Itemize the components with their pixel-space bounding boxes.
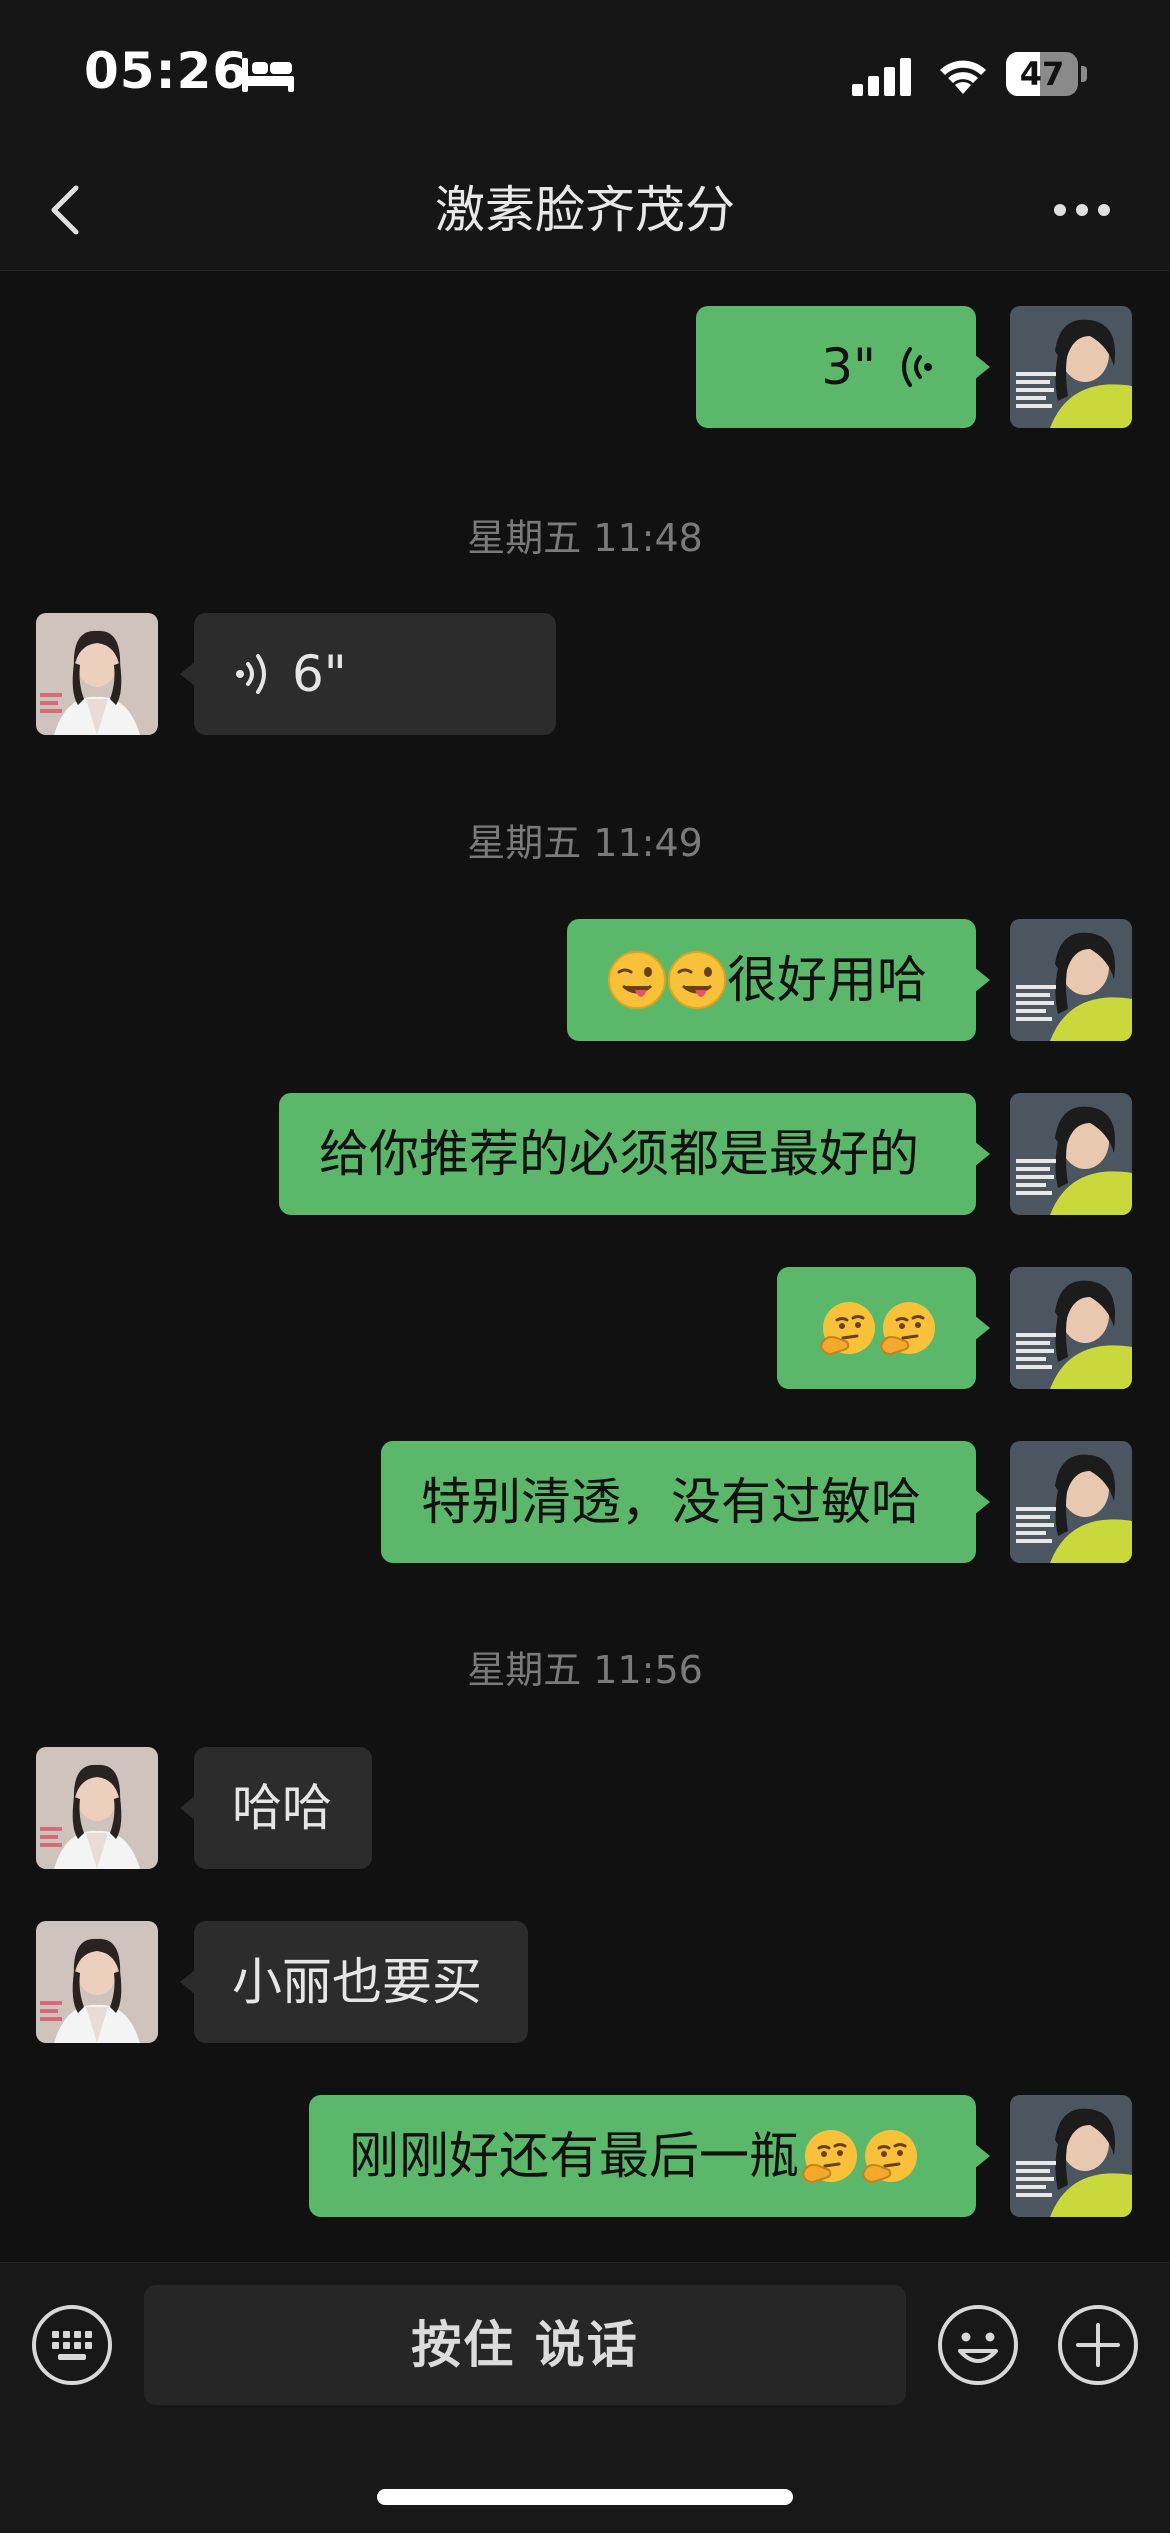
message-text: 特别清透，没有过敏哈 <box>421 1473 921 1531</box>
timestamp: 星期五 11:49 <box>467 821 703 865</box>
home-indicator[interactable] <box>377 2489 793 2505</box>
timestamp: 星期五 11:48 <box>467 516 703 560</box>
thinking-emoji <box>879 1300 937 1355</box>
smile-icon[interactable] <box>936 2303 1020 2387</box>
plus-icon[interactable] <box>1056 2303 1140 2387</box>
more-icon[interactable] <box>1052 192 1112 228</box>
timestamp: 星期五 11:56 <box>467 1648 703 1692</box>
bed-icon <box>242 58 294 92</box>
wink-tongue-emoji <box>607 950 667 1009</box>
chat-header: 激素脸齐茂分 <box>0 150 1170 271</box>
text-message-outgoing[interactable]: 很好用哈 <box>567 919 990 1041</box>
thinking-emoji <box>819 1300 877 1355</box>
avatar-self[interactable] <box>1010 306 1132 428</box>
wink-tongue-emoji <box>667 950 727 1009</box>
voice-message-incoming[interactable]: 6" <box>180 613 556 735</box>
chat-title: 激素脸齐茂分 <box>435 181 735 239</box>
text-message-incoming[interactable]: 哈哈 <box>180 1747 372 1869</box>
message-text: 小丽也要买 <box>232 1953 482 2011</box>
avatar-self[interactable] <box>1010 2095 1132 2217</box>
wifi-icon <box>940 60 986 94</box>
voice-duration: 6" <box>292 645 347 703</box>
voice-duration: 3" <box>821 338 876 396</box>
battery-percent: 47 <box>1019 55 1065 93</box>
avatar-contact[interactable] <box>36 1747 158 1869</box>
hold-to-talk-button[interactable]: 按住 说话 <box>144 2285 906 2405</box>
emoji-message-outgoing[interactable] <box>777 1267 990 1389</box>
text-message-incoming[interactable]: 小丽也要买 <box>180 1921 528 2043</box>
message-text: 很好用哈 <box>727 951 927 1009</box>
thinking-emoji <box>801 2128 859 2183</box>
thinking-emoji <box>861 2128 919 2183</box>
message-text: 刚刚好还有最后一瓶 <box>349 2127 799 2185</box>
voice-message-outgoing[interactable]: 3" <box>696 306 990 428</box>
text-message-outgoing[interactable]: 给你推荐的必须都是最好的 <box>279 1093 990 1215</box>
back-icon[interactable] <box>46 180 86 240</box>
message-text: 给你推荐的必须都是最好的 <box>319 1125 919 1183</box>
text-message-outgoing[interactable]: 特别清透，没有过敏哈 <box>381 1441 990 1563</box>
keyboard-icon[interactable] <box>30 2303 114 2387</box>
text-message-outgoing[interactable]: 刚刚好还有最后一瓶 <box>309 2095 990 2217</box>
message-list[interactable]: 3" 星期五 11:48 6" 星期五 11:49 很好用哈 给你推荐的必须都是… <box>0 271 1170 2261</box>
avatar-self[interactable] <box>1010 1267 1132 1389</box>
status-time: 05:26 <box>84 42 249 100</box>
battery-indicator: 47 <box>1006 52 1088 96</box>
avatar-contact[interactable] <box>36 613 158 735</box>
signal-icon <box>852 58 911 96</box>
voice-wave-icon <box>236 654 266 694</box>
avatar-self[interactable] <box>1010 919 1132 1041</box>
voice-wave-icon <box>902 347 932 387</box>
status-bar: 05:26 47 <box>0 0 1170 150</box>
avatar-self[interactable] <box>1010 1441 1132 1563</box>
avatar-self[interactable] <box>1010 1093 1132 1215</box>
avatar-contact[interactable] <box>36 1921 158 2043</box>
message-text: 哈哈 <box>232 1779 332 1837</box>
